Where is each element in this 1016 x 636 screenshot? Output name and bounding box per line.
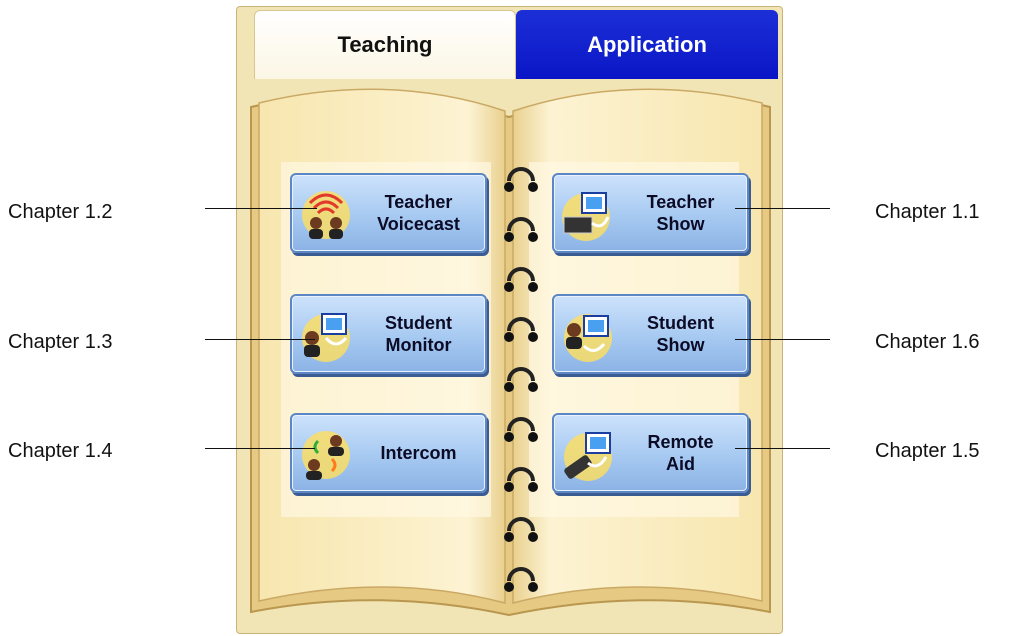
student-monitor-label: Student Monitor bbox=[385, 313, 452, 355]
spiral-binding-rings bbox=[504, 167, 538, 592]
student-show-label: Student Show bbox=[647, 313, 714, 355]
student-monitor-button[interactable]: Student Monitor bbox=[290, 294, 487, 374]
remote-aid-icon bbox=[564, 432, 612, 481]
teacher-show-icon bbox=[562, 192, 610, 241]
student-show-button[interactable]: Student Show bbox=[552, 294, 749, 374]
leader-line-1-2 bbox=[205, 208, 317, 209]
chapter-label-1-6: Chapter 1.6 bbox=[875, 331, 980, 353]
remote-aid-label: Remote Aid bbox=[647, 432, 714, 474]
student-monitor-icon bbox=[302, 313, 350, 362]
leader-line-1-3 bbox=[205, 339, 315, 340]
chapter-label-1-5: Chapter 1.5 bbox=[875, 440, 980, 462]
chapter-label-1-1: Chapter 1.1 bbox=[875, 201, 980, 223]
intercom-label: Intercom bbox=[380, 443, 457, 463]
teacher-voicecast-label: Teacher Voicecast bbox=[377, 192, 460, 234]
chapter-label-1-4: Chapter 1.4 bbox=[8, 440, 113, 462]
voicecast-icon bbox=[302, 191, 350, 239]
remote-aid-button[interactable]: Remote Aid bbox=[552, 413, 749, 493]
toolbox-panel: Teaching Application Teacher Voicecast S… bbox=[236, 6, 783, 634]
chapter-label-1-3: Chapter 1.3 bbox=[8, 331, 113, 353]
leader-line-1-4 bbox=[205, 448, 315, 449]
student-show-icon bbox=[564, 314, 612, 362]
chapter-label-1-2: Chapter 1.2 bbox=[8, 201, 113, 223]
leader-line-1-6 bbox=[735, 339, 830, 340]
teacher-show-label: Teacher Show bbox=[646, 192, 715, 234]
teacher-voicecast-button[interactable]: Teacher Voicecast bbox=[290, 173, 487, 253]
intercom-button[interactable]: Intercom bbox=[290, 413, 487, 493]
intercom-icon bbox=[302, 431, 350, 480]
leader-line-1-1 bbox=[735, 208, 830, 209]
teacher-show-button[interactable]: Teacher Show bbox=[552, 173, 749, 253]
leader-line-1-5 bbox=[735, 448, 830, 449]
